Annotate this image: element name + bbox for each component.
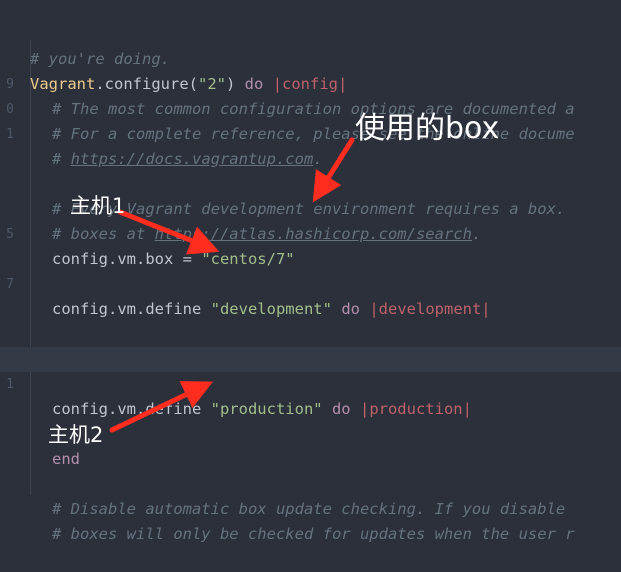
host2-annotation: 主机2 <box>48 423 104 447</box>
comment-text: # Disable automatic box update checking.… <box>52 500 566 518</box>
box-arrow <box>312 137 355 203</box>
host1-annotation: 主机1 <box>70 194 126 218</box>
host1-arrow <box>117 209 220 255</box>
comment-text: # boxes will only be checked for updates… <box>52 525 575 543</box>
host2-arrow <box>109 381 214 433</box>
box-annotation: 使用的box <box>355 111 500 146</box>
